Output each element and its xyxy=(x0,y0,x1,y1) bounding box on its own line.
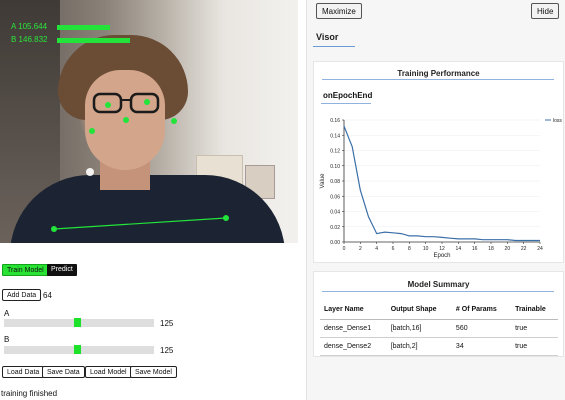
x-tick-label: 2 xyxy=(359,246,362,252)
chart-y-axis-label: Value xyxy=(320,173,326,189)
summary-card-underline xyxy=(322,291,554,292)
save-model-button[interactable]: Save Model xyxy=(130,366,177,378)
slider-a-thumb[interactable] xyxy=(74,318,81,327)
save-data-button[interactable]: Save Data xyxy=(42,366,85,378)
skeleton-line xyxy=(53,217,227,230)
legend-label-loss: loss xyxy=(553,118,562,124)
train-model-button[interactable]: Train Model xyxy=(2,264,49,276)
load-data-button[interactable]: Load Data xyxy=(2,366,45,378)
table-cell: [batch,2] xyxy=(386,337,452,356)
training-card-title: Training Performance xyxy=(397,69,480,78)
model-summary-card: Model Summary Layer Name Output Shape # … xyxy=(313,271,564,357)
model-summary-table: Layer Name Output Shape # Of Params Trai… xyxy=(320,302,558,356)
x-tick-label: 8 xyxy=(408,246,411,252)
column-header-trainable: Trainable xyxy=(511,302,558,320)
predict-button[interactable]: Predict xyxy=(47,264,77,276)
chart-x-ticks: 0 2 4 6 8 10 12 14 16 18 20 22 24 xyxy=(343,242,543,252)
keypoint-left-shoulder xyxy=(51,226,57,232)
x-tick-label: 20 xyxy=(505,246,511,252)
webcam-view: A 105.644 B 146.832 xyxy=(0,0,298,243)
visor-title: Visor xyxy=(316,32,339,42)
visor-panel: Maximize Hide Visor Training Performance… xyxy=(306,0,565,400)
slider-b-label: B xyxy=(4,335,10,344)
table-cell: true xyxy=(511,337,558,356)
y-tick-label: 0.00 xyxy=(330,240,340,246)
hide-button[interactable]: Hide xyxy=(531,3,560,19)
chart-y-ticks: 0.00 0.02 0.04 0.06 0.08 0.10 0.12 0.14 0.16 xyxy=(330,118,344,246)
slider-a-label: A xyxy=(4,309,10,318)
keypoint-right-shoulder xyxy=(223,215,229,221)
slider-a-value: 125 xyxy=(160,319,174,328)
table-cell: true xyxy=(511,319,558,338)
y-tick-label: 0.04 xyxy=(330,210,340,216)
y-tick-label: 0.10 xyxy=(330,164,340,170)
add-data-button[interactable]: Add Data xyxy=(2,289,42,301)
table-header-row: Layer Name Output Shape # Of Params Trai… xyxy=(320,302,558,320)
y-tick-label: 0.02 xyxy=(330,225,340,231)
x-tick-label: 12 xyxy=(439,246,445,252)
status-text: training finished xyxy=(1,389,58,398)
x-tick-label: 24 xyxy=(537,246,543,252)
maximize-button[interactable]: Maximize xyxy=(316,3,362,19)
y-tick-label: 0.16 xyxy=(330,118,340,124)
column-header-params: # Of Params xyxy=(451,302,512,320)
slider-a[interactable] xyxy=(4,318,154,327)
slider-b-value: 125 xyxy=(160,346,174,355)
tab-onepochend-underline xyxy=(321,103,371,104)
table-cell: dense_Dense1 xyxy=(320,319,387,338)
chart-x-axis-label: Epoch xyxy=(433,253,450,259)
column-header-layer-name: Layer Name xyxy=(320,302,387,320)
table-cell: [batch,16] xyxy=(386,319,452,338)
y-tick-label: 0.08 xyxy=(330,179,340,185)
x-tick-label: 22 xyxy=(521,246,527,252)
x-tick-label: 6 xyxy=(392,246,395,252)
training-performance-card: Training Performance onEpochEnd 0.00 0.02… xyxy=(313,61,564,263)
x-tick-label: 18 xyxy=(488,246,494,252)
table-cell: dense_Dense2 xyxy=(320,337,387,356)
slider-b[interactable] xyxy=(4,345,154,354)
tab-onepochend[interactable]: onEpochEnd xyxy=(323,91,372,100)
x-tick-label: 16 xyxy=(472,246,478,252)
x-tick-label: 0 xyxy=(343,246,346,252)
x-tick-label: 14 xyxy=(456,246,462,252)
table-cell: 34 xyxy=(451,337,512,356)
summary-card-title: Model Summary xyxy=(407,280,470,289)
visor-title-underline xyxy=(313,46,355,47)
chart-gridlines xyxy=(344,119,540,243)
table-row: dense_Dense1 [batch,16] 560 true xyxy=(320,319,558,338)
slider-b-thumb[interactable] xyxy=(74,345,81,354)
y-tick-label: 0.06 xyxy=(330,194,340,200)
table-row: dense_Dense2 [batch,2] 34 true xyxy=(320,337,558,356)
column-header-output-shape: Output Shape xyxy=(386,302,452,320)
chart-legend: loss xyxy=(545,118,562,124)
data-count: 64 xyxy=(43,291,52,300)
training-card-underline xyxy=(322,79,554,80)
table-cell: 560 xyxy=(451,319,512,338)
y-tick-label: 0.14 xyxy=(330,133,340,139)
series-line-loss xyxy=(343,125,540,242)
y-tick-label: 0.12 xyxy=(330,149,340,155)
loss-line-chart: 0.000.020.040.060.080.100.120.140.16 024… xyxy=(320,118,562,259)
x-tick-label: 4 xyxy=(375,246,378,252)
x-tick-label: 10 xyxy=(423,246,429,252)
load-model-button[interactable]: Load Model xyxy=(85,366,132,378)
